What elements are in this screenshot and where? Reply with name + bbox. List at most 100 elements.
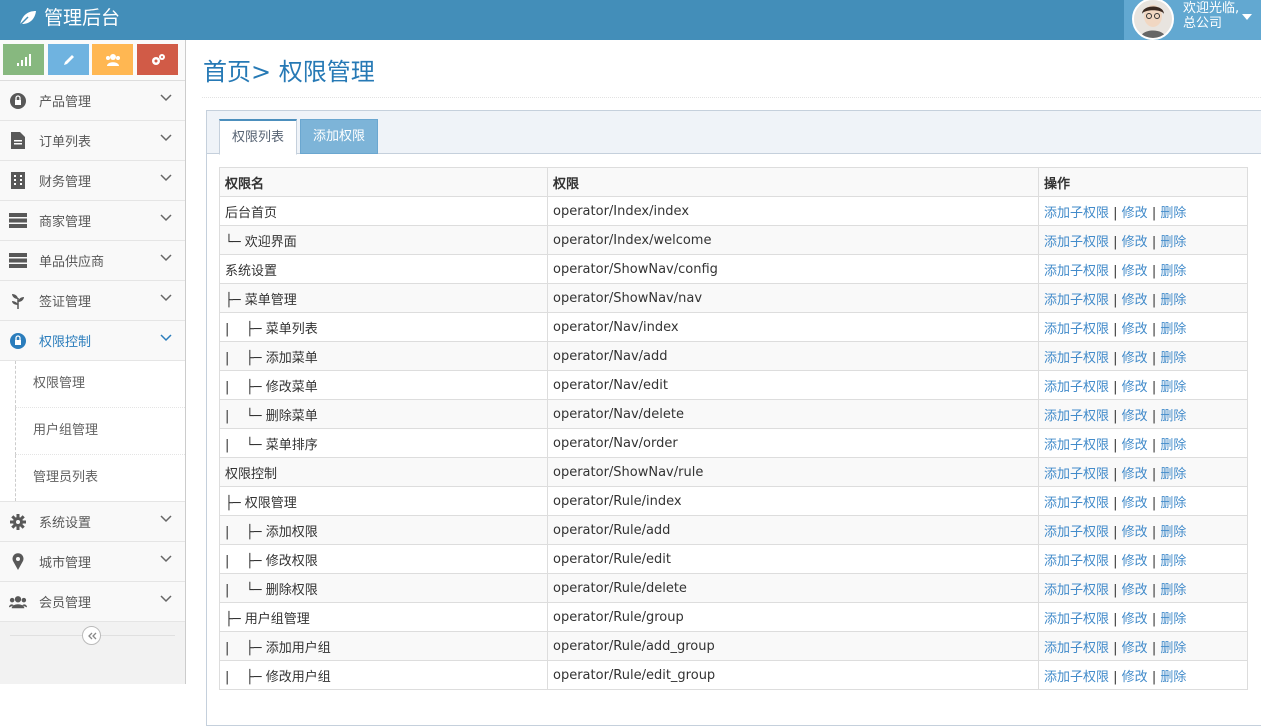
edit-link[interactable]: 修改 <box>1122 612 1148 627</box>
permission-name: 权限控制 <box>219 457 548 487</box>
delete-link[interactable]: 删除 <box>1160 235 1186 250</box>
sidebar-item-permissions[interactable]: 权限控制 <box>0 321 185 361</box>
add-child-permission-link[interactable]: 添加子权限 <box>1044 670 1109 685</box>
edit-link[interactable]: 修改 <box>1122 409 1148 424</box>
sidebar-item-products[interactable]: 产品管理 <box>0 81 185 121</box>
edit-link[interactable]: 修改 <box>1122 641 1148 656</box>
edit-link[interactable]: 修改 <box>1122 322 1148 337</box>
add-child-permission-link[interactable]: 添加子权限 <box>1044 554 1109 569</box>
edit-link[interactable]: 修改 <box>1122 438 1148 453</box>
table-row: | └─ 菜单排序 operator/Nav/order 添加子权限 | 修改 | … <box>219 428 1248 458</box>
add-child-permission-link[interactable]: 添加子权限 <box>1044 525 1109 540</box>
tab-header: 权限列表 添加权限 <box>207 111 1261 155</box>
add-child-permission-link[interactable]: 添加子权限 <box>1044 641 1109 656</box>
brand[interactable]: 管理后台 <box>18 6 120 30</box>
sidebar-item-visa[interactable]: 签证管理 <box>0 281 185 321</box>
delete-link[interactable]: 删除 <box>1160 641 1186 656</box>
shortcut-edit-button[interactable] <box>48 44 89 75</box>
edit-link[interactable]: 修改 <box>1122 670 1148 685</box>
sidebar-item-system-settings[interactable]: 系统设置 <box>0 502 185 542</box>
add-child-permission-link[interactable]: 添加子权限 <box>1044 322 1109 337</box>
add-child-permission-link[interactable]: 添加子权限 <box>1044 380 1109 395</box>
sidebar-item-label: 权限控制 <box>39 335 92 350</box>
delete-link[interactable]: 删除 <box>1160 409 1186 424</box>
tab-container: 权限列表 添加权限 权限名 权限 操作 后台首页 operator/Index/i… <box>206 110 1261 726</box>
chevron-down-icon <box>160 595 172 603</box>
tab-permission-list[interactable]: 权限列表 <box>219 119 298 155</box>
sidebar-item-orders[interactable]: 订单列表 <box>0 121 185 161</box>
sidebar-item-merchants[interactable]: 商家管理 <box>0 201 185 241</box>
sidebar-item-suppliers[interactable]: 单品供应商 <box>0 241 185 281</box>
delete-link[interactable]: 删除 <box>1160 206 1186 221</box>
submenu-item-usergroup-manage[interactable]: 用户组管理 <box>15 408 185 455</box>
separator: | <box>1109 263 1122 279</box>
add-child-permission-link[interactable]: 添加子权限 <box>1044 583 1109 598</box>
delete-link[interactable]: 删除 <box>1160 496 1186 511</box>
delete-link[interactable]: 删除 <box>1160 322 1186 337</box>
add-child-permission-link[interactable]: 添加子权限 <box>1044 409 1109 424</box>
permission-rule: operator/Rule/edit <box>547 544 1039 574</box>
edit-link[interactable]: 修改 <box>1122 583 1148 598</box>
edit-link[interactable]: 修改 <box>1122 467 1148 482</box>
sidebar-item-members[interactable]: 会员管理 <box>0 582 185 622</box>
edit-link[interactable]: 修改 <box>1122 293 1148 308</box>
shortcut-stats-button[interactable] <box>3 44 44 75</box>
add-child-permission-link[interactable]: 添加子权限 <box>1044 235 1109 250</box>
sidebar-item-cities[interactable]: 城市管理 <box>0 542 185 582</box>
sidebar-item-finance[interactable]: 财务管理 <box>0 161 185 201</box>
delete-link[interactable]: 删除 <box>1160 293 1186 308</box>
add-child-permission-link[interactable]: 添加子权限 <box>1044 467 1109 482</box>
tab-add-permission[interactable]: 添加权限 <box>300 119 379 154</box>
permission-name: | ├─ 修改用户组 <box>219 660 548 690</box>
delete-link[interactable]: 删除 <box>1160 467 1186 482</box>
divider <box>202 97 1261 98</box>
add-child-permission-link[interactable]: 添加子权限 <box>1044 496 1109 511</box>
shortcut-settings-button[interactable] <box>137 44 178 75</box>
delete-link[interactable]: 删除 <box>1160 554 1186 569</box>
separator: | <box>1147 553 1161 569</box>
edit-link[interactable]: 修改 <box>1122 206 1148 221</box>
delete-link[interactable]: 删除 <box>1160 583 1186 598</box>
add-child-permission-link[interactable]: 添加子权限 <box>1044 206 1109 221</box>
add-child-permission-link[interactable]: 添加子权限 <box>1044 438 1109 453</box>
delete-link[interactable]: 删除 <box>1160 670 1186 685</box>
submenu-item-permission-manage[interactable]: 权限管理 <box>15 361 185 408</box>
add-child-permission-link[interactable]: 添加子权限 <box>1044 293 1109 308</box>
row-actions: 添加子权限 | 修改 | 删除 <box>1038 631 1248 661</box>
building-icon <box>9 172 27 190</box>
delete-link[interactable]: 删除 <box>1160 612 1186 627</box>
delete-link[interactable]: 删除 <box>1160 351 1186 366</box>
edit-link[interactable]: 修改 <box>1122 496 1148 511</box>
edit-link[interactable]: 修改 <box>1122 380 1148 395</box>
table-row: ├─ 权限管理 operator/Rule/index 添加子权限 | 修改 | 删… <box>219 486 1248 516</box>
chevron-down-icon <box>160 555 172 563</box>
sidebar-collapse-button[interactable] <box>82 626 101 645</box>
permission-rule: operator/ShowNav/config <box>547 254 1039 284</box>
avatar[interactable] <box>1132 0 1174 40</box>
permission-name: ├─ 用户组管理 <box>219 602 548 632</box>
separator: | <box>1109 321 1122 337</box>
delete-link[interactable]: 删除 <box>1160 264 1186 279</box>
edit-link[interactable]: 修改 <box>1122 525 1148 540</box>
add-child-permission-link[interactable]: 添加子权限 <box>1044 612 1109 627</box>
add-child-permission-link[interactable]: 添加子权限 <box>1044 264 1109 279</box>
edit-link[interactable]: 修改 <box>1122 264 1148 279</box>
delete-link[interactable]: 删除 <box>1160 380 1186 395</box>
sidebar-collapse-bar <box>0 622 185 650</box>
delete-link[interactable]: 删除 <box>1160 438 1186 453</box>
pencil-icon <box>63 54 74 65</box>
permission-name: ├─ 菜单管理 <box>219 283 548 313</box>
user-menu[interactable]: 欢迎光临, 总公司 <box>1124 0 1261 40</box>
shortcut-users-button[interactable] <box>92 44 133 75</box>
add-child-permission-link[interactable]: 添加子权限 <box>1044 351 1109 366</box>
submenu-item-admin-list[interactable]: 管理员列表 <box>15 455 185 501</box>
edit-link[interactable]: 修改 <box>1122 554 1148 569</box>
edit-link[interactable]: 修改 <box>1122 351 1148 366</box>
server-icon <box>9 212 27 230</box>
separator: | <box>1147 524 1161 540</box>
delete-link[interactable]: 删除 <box>1160 525 1186 540</box>
caret-down-icon[interactable] <box>1242 14 1252 20</box>
edit-link[interactable]: 修改 <box>1122 235 1148 250</box>
separator: | <box>1147 234 1161 250</box>
separator: | <box>1109 553 1122 569</box>
